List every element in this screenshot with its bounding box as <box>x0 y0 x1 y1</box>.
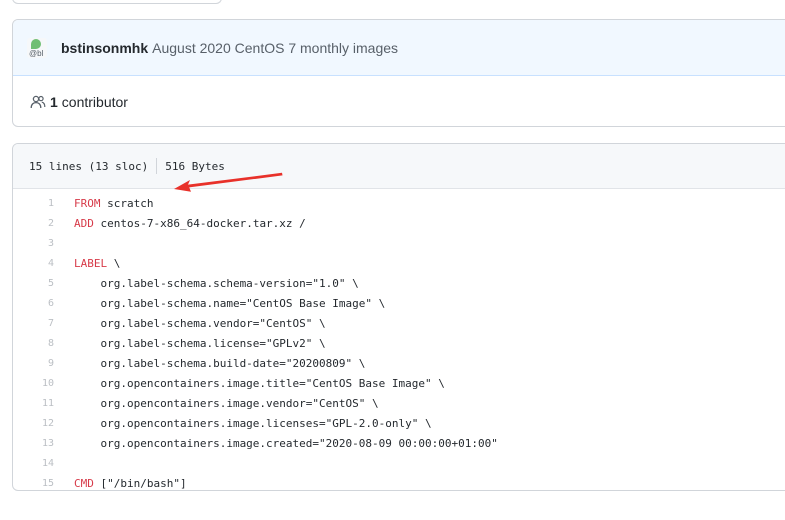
code-line: 12 org.opencontainers.image.licenses="GP… <box>13 413 785 433</box>
code-line: 4 LABEL \ <box>13 253 785 273</box>
previous-panel-edge <box>12 0 222 4</box>
line-number[interactable]: 2 <box>13 218 54 229</box>
code-line: 14 <box>13 453 785 473</box>
code-line: 6 org.label-schema.name="CentOS Base Ima… <box>13 293 785 313</box>
code-line: 10 org.opencontainers.image.title="CentO… <box>13 373 785 393</box>
line-code: org.label-schema.license="GPLv2" \ <box>54 336 326 350</box>
code-line: 8 org.label-schema.license="GPLv2" \ <box>13 333 785 353</box>
file-info-divider <box>156 158 158 174</box>
line-code: org.opencontainers.image.vendor="CentOS"… <box>54 396 379 410</box>
code-line: 9 org.label-schema.build-date="20200809"… <box>13 353 785 373</box>
commit-panel: @bl bstinsonmhk August 2020 CentOS 7 mont… <box>12 19 785 127</box>
code-line: 7 org.label-schema.vendor="CentOS" \ <box>13 313 785 333</box>
line-number[interactable]: 3 <box>13 238 54 249</box>
line-number[interactable]: 14 <box>13 458 54 469</box>
line-code: org.label-schema.build-date="20200809" \ <box>54 357 365 370</box>
line-code: org.opencontainers.image.created="2020-0… <box>54 436 498 450</box>
code-text: org.opencontainers.image.vendor="CentOS"… <box>74 396 379 410</box>
commit-author-link[interactable]: bstinsonmhk <box>61 40 148 56</box>
line-number[interactable]: 9 <box>13 358 54 369</box>
line-code: org.opencontainers.image.licenses="GPL-2… <box>54 416 432 430</box>
line-number[interactable]: 10 <box>13 378 54 389</box>
line-code: LABEL \ <box>54 257 120 270</box>
code-text: org.label-schema.schema-version="1.0" \ <box>74 276 359 290</box>
code-text: ["/bin/bash"] <box>93 476 187 490</box>
line-number[interactable]: 15 <box>13 478 54 489</box>
code-line: 13 org.opencontainers.image.created="202… <box>13 433 785 453</box>
code-line: 2 ADD centos-7-x86_64-docker.tar.xz / <box>13 213 785 233</box>
line-code: org.label-schema.name="CentOS Base Image… <box>54 297 385 310</box>
broken-image-icon <box>31 38 41 49</box>
line-number[interactable]: 1 <box>13 198 54 209</box>
line-code: CMD ["/bin/bash"] <box>54 477 187 490</box>
code-line: 3 <box>13 233 785 253</box>
code-line: 1 FROM scratch <box>13 193 785 213</box>
line-number[interactable]: 4 <box>13 258 54 269</box>
code-text: org.opencontainers.image.title="CentOS B… <box>74 376 445 390</box>
code-text: org.label-schema.license="GPLv2" \ <box>74 336 326 350</box>
code-text: org.opencontainers.image.created="2020-0… <box>74 436 498 450</box>
file-line-count: 15 lines (13 sloc) <box>29 159 149 173</box>
people-icon <box>30 95 46 108</box>
line-number[interactable]: 7 <box>13 318 54 329</box>
line-code: org.label-schema.vendor="CentOS" \ <box>54 316 326 330</box>
code-line: 5 org.label-schema.schema-version="1.0" … <box>13 273 785 293</box>
code-text: \ <box>107 256 121 270</box>
avatar[interactable]: @bl <box>27 37 47 58</box>
commit-summary: bstinsonmhk August 2020 CentOS 7 monthly … <box>61 40 398 56</box>
file-panel: 15 lines (13 sloc) 516 Bytes 1 FROM scrat… <box>12 143 785 491</box>
latest-commit-bar: @bl bstinsonmhk August 2020 CentOS 7 mont… <box>13 20 785 76</box>
dockerfile-keyword: FROM <box>74 196 101 210</box>
code-text: org.label-schema.vendor="CentOS" \ <box>74 316 326 330</box>
line-number[interactable]: 12 <box>13 418 54 429</box>
contributors-row[interactable]: 1 contributor <box>13 76 785 126</box>
line-code: FROM scratch <box>54 197 153 210</box>
line-code: org.opencontainers.image.title="CentOS B… <box>54 376 445 390</box>
contributor-label: contributor <box>61 93 128 110</box>
line-number[interactable]: 6 <box>13 298 54 309</box>
line-number[interactable]: 5 <box>13 278 54 289</box>
code-text: scratch <box>100 196 154 210</box>
line-code: org.label-schema.schema-version="1.0" \ <box>54 276 359 290</box>
dockerfile-keyword: CMD <box>74 476 94 490</box>
line-number[interactable]: 11 <box>13 398 54 409</box>
red-arrow-annotation <box>174 172 283 192</box>
code-text: centos-7-x86_64-docker.tar.xz / <box>93 216 306 230</box>
code-text: org.opencontainers.image.licenses="GPL-2… <box>74 416 432 430</box>
avatar-alt-text: @bl <box>29 48 44 58</box>
code-text: org.label-schema.name="CentOS Base Image… <box>74 296 386 310</box>
file-info-header: 15 lines (13 sloc) 516 Bytes <box>13 144 785 189</box>
code-text: org.label-schema.build-date="20200809" \ <box>74 356 366 370</box>
line-number[interactable]: 8 <box>13 338 54 349</box>
commit-message-link[interactable]: August 2020 CentOS 7 monthly images <box>152 40 398 56</box>
contributor-count: 1 <box>50 93 58 110</box>
line-code: ADD centos-7-x86_64-docker.tar.xz / <box>54 217 306 230</box>
code-line: 11 org.opencontainers.image.vendor="Cent… <box>13 393 785 413</box>
dockerfile-keyword: LABEL <box>74 256 108 270</box>
line-number[interactable]: 13 <box>13 438 54 449</box>
code-line: 15 CMD ["/bin/bash"] <box>13 473 785 490</box>
dockerfile-keyword: ADD <box>74 216 94 230</box>
code-view: 1 FROM scratch 2 ADD centos-7-x86_64-docker… <box>13 189 785 490</box>
